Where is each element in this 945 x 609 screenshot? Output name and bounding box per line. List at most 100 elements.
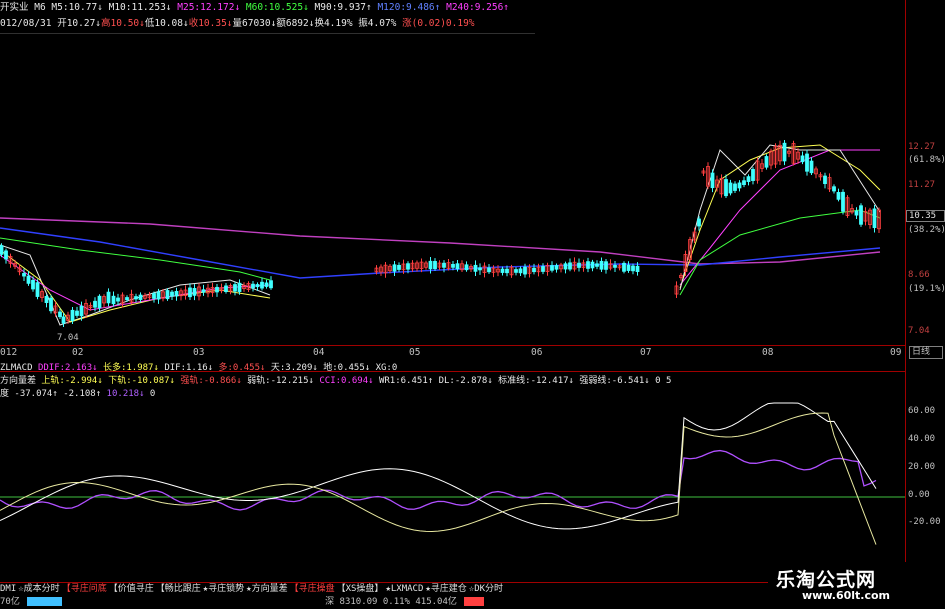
date-label: 03 (193, 347, 205, 358)
quote-header: 012/08/31 开10.27↓高10.50↓低10.08↓收10.35↓量6… (0, 16, 535, 32)
ma60-line (679, 209, 881, 296)
candle-body (116, 297, 120, 302)
indicator-value: DL:-2.878↓ (433, 376, 493, 386)
candle-body (805, 153, 809, 172)
candle-body (836, 192, 841, 200)
formula-tab[interactable]: ★LXMACD (385, 583, 423, 595)
formula-tab[interactable]: DMI (0, 583, 16, 595)
indicator-chart[interactable] (0, 395, 905, 580)
candle-body (237, 282, 242, 292)
indicator-value: 方向量差 (0, 376, 42, 386)
indicator-label: -20.00 (908, 517, 941, 527)
candle-body (523, 266, 527, 275)
candle-body (841, 191, 845, 212)
indicator-value: 地:0.455↓ (317, 363, 371, 373)
quote-value: 012/08/31 (0, 18, 58, 29)
indicator-line (0, 449, 877, 511)
indicator-value: CCI:0.694↓ (313, 376, 374, 386)
candle-body (809, 160, 814, 174)
candle-body (26, 275, 31, 284)
ma-value: M10:11.253↓ (102, 2, 172, 13)
candle-body (22, 273, 26, 277)
ma60-line (0, 237, 271, 281)
candle-body (782, 142, 787, 162)
zlmacd-legend: ZLMACD DDIF:2.163↓ 长多:1.987↓ DIF:1.16↓ 多… (0, 360, 905, 373)
candle-body (737, 182, 742, 189)
formula-tab[interactable]: 【畅比跟庄 (156, 583, 201, 595)
candle-body (478, 267, 482, 271)
candle-body (554, 265, 559, 270)
formula-tab[interactable]: 【寻庄操盘 (290, 583, 335, 595)
candle-body (392, 264, 397, 272)
candle-body (138, 294, 143, 300)
status-index: 深 8310.09 0.11% 415.04亿 (325, 597, 457, 607)
period-selector[interactable]: 日线 (909, 346, 943, 359)
date-axis-line (0, 345, 905, 346)
indicator-label: 0.00 (908, 490, 930, 500)
indicator-value: 0 5 (649, 376, 672, 386)
formula-tab[interactable]: ☆DK分时 (469, 583, 503, 595)
formula-tab[interactable]: 【XS操盘】 (337, 583, 384, 595)
formula-tab[interactable]: ★寻庄建仓 (425, 583, 466, 595)
formula-tab[interactable]: 【寻庄问底 (62, 583, 107, 595)
price-label: 12.27 (908, 142, 936, 152)
fib-label: (61.8%) (908, 155, 945, 165)
candle-body (532, 267, 536, 273)
candle-body (442, 262, 446, 268)
ma5-line (679, 144, 881, 291)
candle-body (464, 264, 469, 271)
formula-tabs: DMI ☆成本分时 【寻庄问底 【价值寻庄 【畅比跟庄 ★寻庄锁势 ★方向量差 【寻庄操盘 【X… (0, 583, 700, 595)
candle-body (635, 265, 640, 272)
date-label: 07 (640, 347, 652, 358)
candle-body (604, 261, 608, 270)
ma-value: M6 (28, 2, 52, 13)
indicator-line (0, 402, 877, 530)
price-chart[interactable] (0, 140, 905, 346)
ma-header: 开实业 M6 M5:10.77↓ M10:11.253↓ M25:12.172↓… (0, 0, 535, 16)
quote-value: 振4.07% (352, 18, 397, 29)
formula-tab[interactable]: 【价值寻庄 (109, 583, 154, 595)
date-label: 04 (313, 347, 325, 358)
candle-body (505, 268, 509, 274)
formula-tab[interactable]: ★寻庄锁势 (203, 583, 244, 595)
candle-body (451, 264, 455, 268)
candle-body (742, 180, 746, 186)
candle-body (728, 182, 733, 194)
candle-body (406, 263, 410, 270)
candle-body (49, 297, 53, 312)
candle-body (563, 263, 568, 270)
candle-body (568, 262, 572, 270)
quote-value: 低10.08↓ (144, 18, 189, 29)
ma10-line (0, 249, 271, 323)
formula-tab[interactable]: ☆成本分时 (18, 583, 59, 595)
ma10-line (679, 144, 881, 289)
quote-value: 额6892↓ (276, 18, 315, 29)
ma-value: M25:12.172↓ (171, 2, 241, 13)
price-label: 11.27 (908, 180, 936, 190)
candle-body (859, 205, 863, 225)
candle-body (577, 262, 581, 268)
ma-value: M120:9.486↑ (371, 2, 441, 13)
candle-body (599, 260, 604, 270)
fib-label: (19.1%) (908, 284, 945, 294)
formula-tab[interactable]: ★方向量差 (246, 583, 287, 595)
candle-body (746, 176, 751, 182)
candle-body (872, 208, 877, 229)
candle-body (192, 288, 197, 296)
ma-value: M5:10.77↓ (51, 2, 103, 13)
candle-body (156, 291, 161, 300)
candle-body (854, 210, 859, 216)
fib-label: (38.2%) (908, 225, 945, 235)
candle-body (79, 305, 84, 317)
candle-body (233, 284, 237, 292)
candle-body (500, 268, 505, 273)
candle-body (260, 281, 264, 289)
indicator-value: 强弱线:-6.541↓ (573, 376, 650, 386)
header-divider (0, 33, 535, 34)
ma25-line (0, 254, 271, 311)
candle-body (428, 260, 433, 270)
candle-body (0, 245, 4, 255)
indicator-value: 下轨:-10.087↓ (102, 376, 175, 386)
indicator-value: DDIF:2.163↓ (37, 363, 98, 373)
candle-body (541, 266, 545, 272)
